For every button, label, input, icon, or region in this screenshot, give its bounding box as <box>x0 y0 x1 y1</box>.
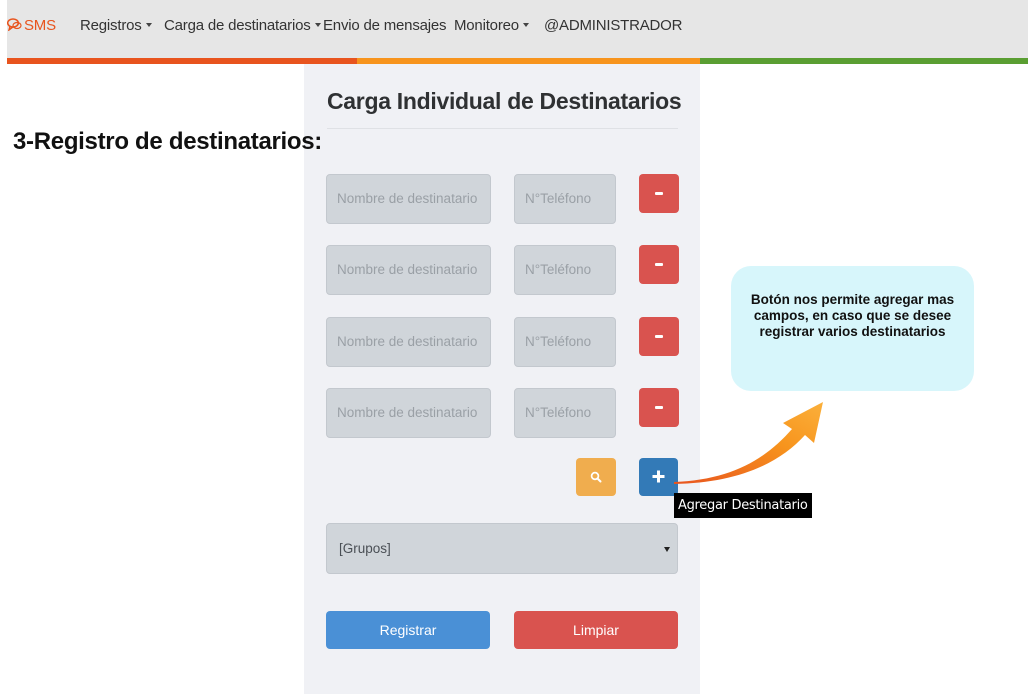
recipient-name-input[interactable]: Nombre de destinatario <box>326 174 491 224</box>
nav-monitoreo-label: Monitoreo <box>454 17 519 34</box>
nav-admin-label: @ADMINISTRADOR <box>544 17 683 34</box>
add-recipient-tooltip: Agregar Destinatario <box>674 493 812 518</box>
phone-input[interactable]: N°Teléfono <box>514 388 616 438</box>
plus-icon <box>652 470 665 483</box>
callout-arrow-icon <box>674 402 823 484</box>
stripe-green <box>700 58 1028 64</box>
remove-row-button[interactable] <box>639 317 679 356</box>
page-title: Carga Individual de Destinatarios <box>327 88 682 114</box>
nav-monitoreo[interactable]: Monitoreo <box>454 17 529 34</box>
chat-icon <box>7 18 22 31</box>
recipient-name-input[interactable]: Nombre de destinatario <box>326 388 491 438</box>
phone-input[interactable]: N°Teléfono <box>514 174 616 224</box>
callout-text: Botón nos permite agregar mas campos, en… <box>750 292 955 339</box>
phone-input[interactable]: N°Teléfono <box>514 317 616 367</box>
title-divider <box>327 128 678 129</box>
clear-button[interactable]: Limpiar <box>514 611 678 649</box>
nav-registros-label: Registros <box>80 17 142 34</box>
register-button[interactable]: Registrar <box>326 611 490 649</box>
remove-row-button[interactable] <box>639 174 679 213</box>
phone-input[interactable]: N°Teléfono <box>514 245 616 295</box>
remove-row-button[interactable] <box>639 245 679 284</box>
nav-administrador[interactable]: @ADMINISTRADOR <box>544 17 682 34</box>
top-navbar: SMS Registros Carga de destinatarios Env… <box>7 0 1028 58</box>
nav-envio-label: Envio de mensajes <box>323 17 447 34</box>
nav-registros[interactable]: Registros <box>80 17 152 34</box>
brand-label: SMS <box>24 17 56 34</box>
nav-envio-mensajes[interactable]: Envio de mensajes <box>323 17 447 34</box>
screenshot-stage: SMS Registros Carga de destinatarios Env… <box>0 0 1032 694</box>
caret-down-icon <box>314 23 321 28</box>
section-title: 3-Registro de destinatarios: <box>13 128 323 155</box>
brand-link[interactable]: SMS <box>7 17 56 34</box>
dropdown-arrow-icon <box>664 547 670 552</box>
form-panel <box>304 64 700 694</box>
nav-carga-label: Carga de destinatarios <box>164 17 311 34</box>
groups-select[interactable]: [Grupos] <box>326 523 678 574</box>
search-icon <box>590 471 602 483</box>
recipient-name-input[interactable]: Nombre de destinatario <box>326 317 491 367</box>
search-button[interactable] <box>576 458 616 496</box>
groups-select-value: [Grupos] <box>339 541 391 556</box>
recipient-name-input[interactable]: Nombre de destinatario <box>326 245 491 295</box>
nav-carga-destinatarios[interactable]: Carga de destinatarios <box>164 17 321 34</box>
caret-down-icon <box>522 23 529 28</box>
caret-down-icon <box>145 23 152 28</box>
